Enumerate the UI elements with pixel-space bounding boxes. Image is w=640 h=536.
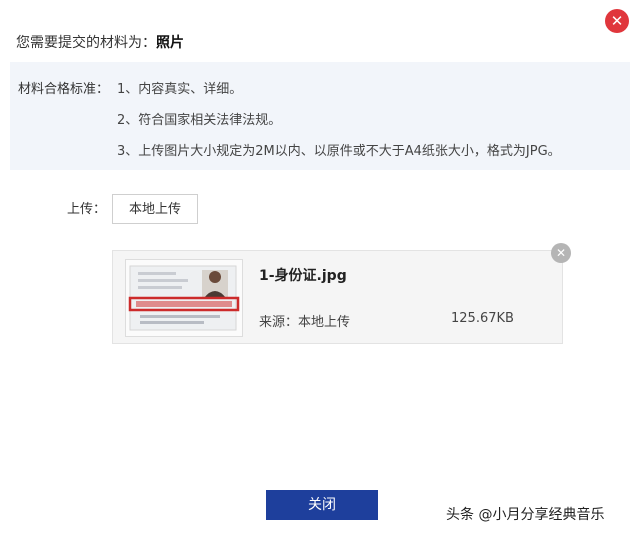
file-source: 来源：本地上传 xyxy=(259,315,351,330)
required-label: 您需要提交的材料为： xyxy=(16,35,156,51)
upload-label: 上传： xyxy=(67,202,107,217)
remove-file-icon[interactable]: ✕ xyxy=(551,243,571,263)
uploaded-file-card: 1-身份证.jpg 来源：本地上传 125.67KB ✕ xyxy=(112,243,571,344)
file-name: 1-身份证.jpg xyxy=(259,268,347,284)
criteria-item-2: 2、符合国家相关法律法规。 xyxy=(117,113,282,128)
required-material: 您需要提交的材料为：照片 xyxy=(16,32,184,52)
required-value: 照片 xyxy=(156,35,184,51)
watermark: 头条 @小月分享经典音乐 xyxy=(446,507,605,523)
id-card-thumbnail[interactable] xyxy=(125,259,243,337)
file-size: 125.67KB xyxy=(451,311,514,326)
criteria-label: 材料合格标准： xyxy=(18,82,110,97)
id-card-image xyxy=(126,260,242,336)
criteria-item-1: 1、内容真实、详细。 xyxy=(117,82,243,97)
local-upload-button[interactable]: 本地上传 xyxy=(112,194,198,224)
criteria-panel: 材料合格标准： 1、内容真实、详细。 2、符合国家相关法律法规。 3、上传图片大… xyxy=(10,62,630,170)
criteria-item-3: 3、上传图片大小规定为2M以内、以原件或不大于A4纸张大小，格式为JPG。 xyxy=(117,144,561,159)
close-icon[interactable]: ✕ xyxy=(605,9,629,33)
close-button[interactable]: 关闭 xyxy=(266,490,378,520)
